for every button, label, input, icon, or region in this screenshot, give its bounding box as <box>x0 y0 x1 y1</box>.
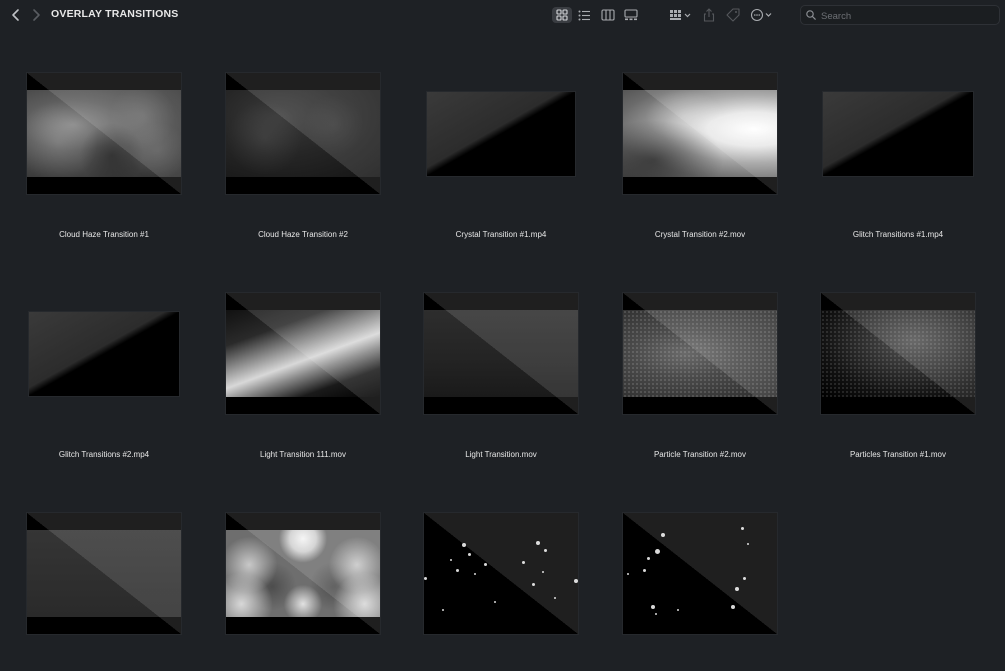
chevron-right-icon <box>33 9 40 21</box>
video-thumbnail <box>623 293 777 414</box>
chevron-left-icon <box>12 9 19 21</box>
video-thumbnail <box>823 92 973 176</box>
video-thumbnail <box>226 293 380 414</box>
search-field[interactable] <box>800 5 1000 25</box>
ellipsis-circle-icon <box>750 8 772 22</box>
column-view-button[interactable] <box>599 7 617 23</box>
file-name: Particles Transition #1.mov <box>849 450 947 459</box>
columns-icon <box>601 9 615 21</box>
video-thumbnail <box>427 92 575 176</box>
file-name: Cloud Haze Transition #2 <box>258 230 348 239</box>
gallery-view-button[interactable] <box>622 7 640 23</box>
grid-icon <box>556 9 568 21</box>
video-thumbnail <box>226 513 380 634</box>
share-button[interactable] <box>702 7 716 23</box>
more-actions-button[interactable] <box>750 7 774 23</box>
list-view-button[interactable] <box>575 7 593 23</box>
toolbar: OVERLAY TRANSITIONS <box>0 0 1005 30</box>
back-button[interactable] <box>9 7 23 23</box>
file-name: Crystal Transition #2.mov <box>654 230 746 239</box>
video-thumbnail <box>821 293 975 414</box>
file-name: Glitch Transitions #2.mp4 <box>58 450 150 459</box>
tag-icon <box>726 8 740 22</box>
share-icon <box>703 8 715 22</box>
video-thumbnail <box>623 73 777 194</box>
gallery-icon <box>624 9 638 21</box>
window-title: OVERLAY TRANSITIONS <box>51 8 179 20</box>
file-name: Light Transition 111.mov <box>260 450 346 459</box>
icon-view-button[interactable] <box>552 7 572 23</box>
file-name: Light Transition.mov <box>465 450 537 459</box>
tag-button[interactable] <box>725 7 741 23</box>
file-name: Glitch Transitions #1.mp4 <box>852 230 944 239</box>
file-name: Cloud Haze Transition #1 <box>59 230 149 239</box>
search-icon <box>806 10 816 20</box>
video-thumbnail <box>424 293 578 414</box>
grid-options-icon <box>670 10 691 20</box>
file-name: Particle Transition #2.mov <box>653 450 747 459</box>
forward-button[interactable] <box>29 7 43 23</box>
video-thumbnail <box>29 312 179 396</box>
group-by-button[interactable] <box>668 7 694 23</box>
video-thumbnail <box>424 513 578 634</box>
video-thumbnail <box>226 73 380 194</box>
video-thumbnail <box>27 73 181 194</box>
video-thumbnail <box>623 513 777 634</box>
file-name: Crystal Transition #1.mp4 <box>455 230 547 239</box>
list-icon <box>578 10 590 20</box>
video-thumbnail <box>27 513 181 634</box>
search-input[interactable] <box>819 8 999 24</box>
